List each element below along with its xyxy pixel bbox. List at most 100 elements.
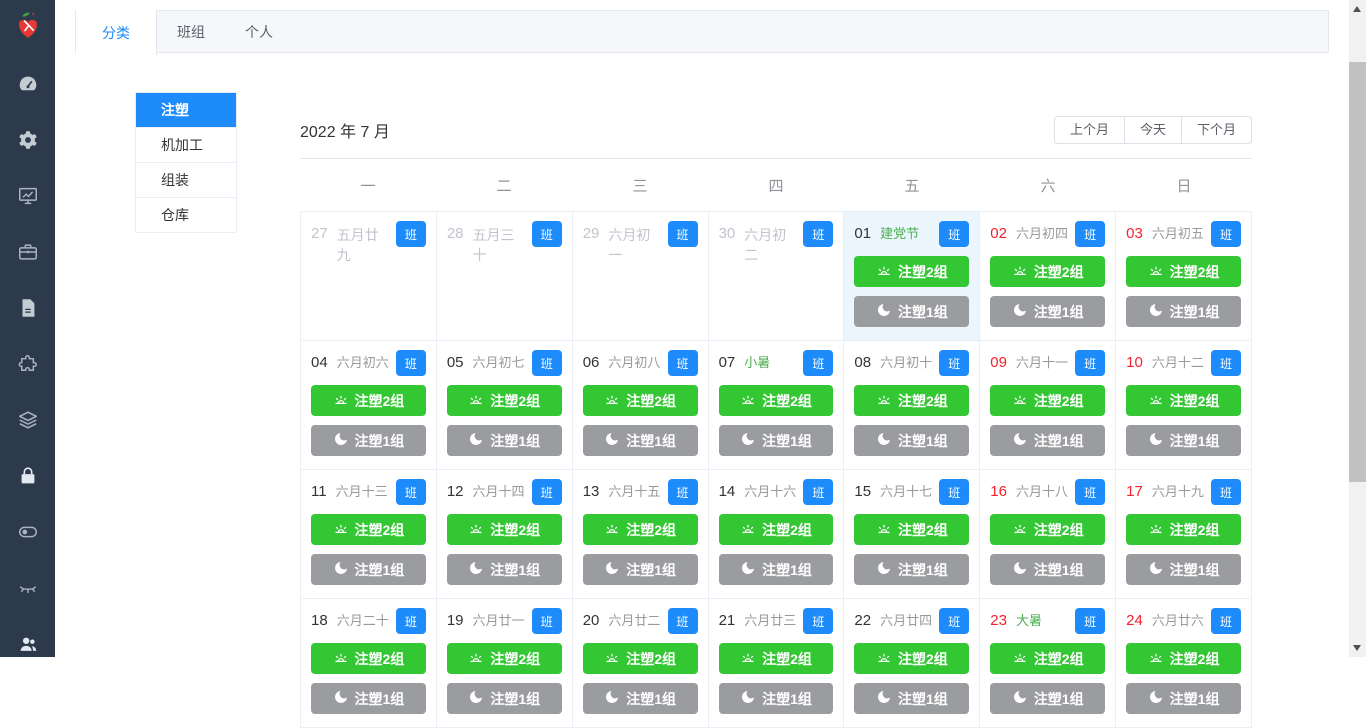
calendar-cell[interactable]: 10 六月十二班注塑2组 注塑1组 — [1116, 341, 1252, 470]
day-shift-button[interactable]: 注塑2组 — [854, 514, 970, 545]
night-shift-button[interactable]: 注塑1组 — [854, 425, 970, 456]
category-item-zhusu[interactable]: 注塑 — [136, 93, 236, 128]
day-shift-button[interactable]: 注塑2组 — [990, 643, 1106, 674]
shift-badge-button[interactable]: 班 — [667, 350, 698, 376]
day-shift-button[interactable]: 注塑2组 — [311, 385, 426, 416]
night-shift-button[interactable]: 注塑1组 — [1126, 425, 1241, 456]
shift-badge-button[interactable]: 班 — [939, 479, 970, 505]
shift-badge-button[interactable]: 班 — [1075, 221, 1106, 247]
next-month-button[interactable]: 下个月 — [1180, 116, 1252, 144]
shift-badge-button[interactable]: 班 — [395, 608, 426, 634]
day-shift-button[interactable]: 注塑2组 — [1126, 643, 1241, 674]
day-shift-button[interactable]: 注塑2组 — [990, 514, 1106, 545]
day-shift-button[interactable]: 注塑2组 — [1126, 385, 1241, 416]
calendar-cell[interactable]: 20 六月廿二班注塑2组 注塑1组 — [572, 599, 709, 728]
shift-badge-button[interactable]: 班 — [939, 221, 970, 247]
calendar-cell[interactable]: 08 六月初十班注塑2组 注塑1组 — [844, 341, 981, 470]
calendar-cell[interactable]: 14 六月十六班注塑2组 注塑1组 — [708, 470, 845, 599]
sidebar-item-document[interactable] — [0, 280, 55, 336]
scroll-up-arrow-icon[interactable] — [1353, 6, 1361, 12]
scroll-down-arrow-icon[interactable] — [1353, 645, 1361, 651]
shift-badge-button[interactable]: 班 — [395, 350, 426, 376]
calendar-cell[interactable]: 18 六月二十班注塑2组 注塑1组 — [301, 599, 437, 728]
shift-badge-button[interactable]: 班 — [667, 608, 698, 634]
calendar-cell[interactable]: 27 五月廿九班 — [301, 212, 437, 341]
calendar-cell[interactable]: 13 六月十五班注塑2组 注塑1组 — [572, 470, 709, 599]
shift-badge-button[interactable]: 班 — [667, 479, 698, 505]
sidebar-item-layers[interactable] — [0, 392, 55, 448]
calendar-cell[interactable]: 30 六月初二班 — [708, 212, 845, 341]
calendar-cell[interactable]: 01 建党节 班注塑2组 注塑1组 — [844, 212, 981, 341]
shift-badge-button[interactable]: 班 — [531, 350, 562, 376]
calendar-cell[interactable]: 07 小暑 班注塑2组 注塑1组 — [708, 341, 845, 470]
day-shift-button[interactable]: 注塑2组 — [718, 643, 834, 674]
sidebar-item-dashboard[interactable] — [0, 56, 55, 112]
calendar-cell[interactable]: 06 六月初八班注塑2组 注塑1组 — [572, 341, 709, 470]
day-shift-button[interactable]: 注塑2组 — [990, 385, 1106, 416]
night-shift-button[interactable]: 注塑1组 — [446, 554, 562, 585]
day-shift-button[interactable]: 注塑2组 — [446, 385, 562, 416]
shift-badge-button[interactable]: 班 — [1211, 608, 1241, 634]
night-shift-button[interactable]: 注塑1组 — [990, 425, 1106, 456]
calendar-cell[interactable]: 23 大暑 班注塑2组 注塑1组 — [980, 599, 1117, 728]
app-logo[interactable] — [0, 0, 55, 50]
calendar-cell[interactable]: 15 六月十七班注塑2组 注塑1组 — [844, 470, 981, 599]
shift-badge-button[interactable]: 班 — [803, 221, 834, 247]
calendar-cell[interactable]: 24 六月廿六班注塑2组 注塑1组 — [1116, 599, 1252, 728]
shift-badge-button[interactable]: 班 — [939, 608, 970, 634]
calendar-cell[interactable]: 02 六月初四班注塑2组 注塑1组 — [980, 212, 1117, 341]
calendar-cell[interactable]: 03 六月初五班注塑2组 注塑1组 — [1116, 212, 1252, 341]
night-shift-button[interactable]: 注塑1组 — [1126, 554, 1241, 585]
tab-category[interactable]: 分类 — [76, 10, 157, 55]
shift-badge-button[interactable]: 班 — [939, 350, 970, 376]
calendar-cell[interactable]: 19 六月廿一班注塑2组 注塑1组 — [436, 599, 573, 728]
night-shift-button[interactable]: 注塑1组 — [990, 683, 1106, 714]
night-shift-button[interactable]: 注塑1组 — [718, 554, 834, 585]
sidebar-item-lock[interactable] — [0, 448, 55, 504]
day-shift-button[interactable]: 注塑2组 — [718, 385, 834, 416]
shift-badge-button[interactable]: 班 — [395, 221, 426, 247]
scrollbar[interactable] — [1349, 0, 1366, 657]
night-shift-button[interactable]: 注塑1组 — [990, 296, 1106, 327]
calendar-cell[interactable]: 22 六月廿四班注塑2组 注塑1组 — [844, 599, 981, 728]
calendar-cell[interactable]: 16 六月十八班注塑2组 注塑1组 — [980, 470, 1117, 599]
shift-badge-button[interactable]: 班 — [395, 479, 426, 505]
day-shift-button[interactable]: 注塑2组 — [1126, 256, 1241, 287]
night-shift-button[interactable]: 注塑1组 — [718, 683, 834, 714]
day-shift-button[interactable]: 注塑2组 — [582, 643, 698, 674]
night-shift-button[interactable]: 注塑1组 — [582, 554, 698, 585]
calendar-cell[interactable]: 21 六月廿三班注塑2组 注塑1组 — [708, 599, 845, 728]
calendar-cell[interactable]: 05 六月初七班注塑2组 注塑1组 — [436, 341, 573, 470]
today-button[interactable]: 今天 — [1123, 116, 1182, 144]
shift-badge-button[interactable]: 班 — [803, 350, 834, 376]
night-shift-button[interactable]: 注塑1组 — [854, 683, 970, 714]
night-shift-button[interactable]: 注塑1组 — [311, 554, 426, 585]
night-shift-button[interactable]: 注塑1组 — [446, 425, 562, 456]
day-shift-button[interactable]: 注塑2组 — [854, 256, 970, 287]
sidebar-item-users[interactable] — [0, 616, 55, 672]
shift-badge-button[interactable]: 班 — [803, 608, 834, 634]
day-shift-button[interactable]: 注塑2组 — [446, 514, 562, 545]
tab-team[interactable]: 班组 — [157, 11, 225, 52]
calendar-cell[interactable]: 28 五月三十班 — [436, 212, 573, 341]
sidebar-item-monitor-chart[interactable] — [0, 168, 55, 224]
shift-badge-button[interactable]: 班 — [1075, 608, 1106, 634]
shift-badge-button[interactable]: 班 — [1211, 479, 1241, 505]
sidebar-item-briefcase[interactable] — [0, 224, 55, 280]
day-shift-button[interactable]: 注塑2组 — [854, 385, 970, 416]
day-shift-button[interactable]: 注塑2组 — [311, 514, 426, 545]
day-shift-button[interactable]: 注塑2组 — [990, 256, 1106, 287]
night-shift-button[interactable]: 注塑1组 — [1126, 683, 1241, 714]
calendar-cell[interactable]: 12 六月十四班注塑2组 注塑1组 — [436, 470, 573, 599]
day-shift-button[interactable]: 注塑2组 — [311, 643, 426, 674]
category-item-jijiagong[interactable]: 机加工 — [136, 128, 236, 163]
day-shift-button[interactable]: 注塑2组 — [446, 643, 562, 674]
calendar-cell[interactable]: 29 六月初一班 — [572, 212, 709, 341]
day-shift-button[interactable]: 注塑2组 — [854, 643, 970, 674]
night-shift-button[interactable]: 注塑1组 — [990, 554, 1106, 585]
calendar-cell[interactable]: 09 六月十一班注塑2组 注塑1组 — [980, 341, 1117, 470]
shift-badge-button[interactable]: 班 — [531, 221, 562, 247]
day-shift-button[interactable]: 注塑2组 — [1126, 514, 1241, 545]
shift-badge-button[interactable]: 班 — [667, 221, 698, 247]
night-shift-button[interactable]: 注塑1组 — [718, 425, 834, 456]
